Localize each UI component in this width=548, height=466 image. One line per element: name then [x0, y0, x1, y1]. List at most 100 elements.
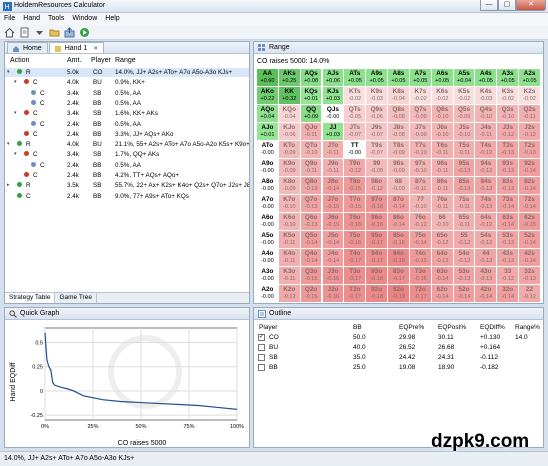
range-cell[interactable]: 73s -0.14	[497, 195, 520, 213]
range-cell[interactable]: 42s -0.14	[519, 249, 541, 267]
expand-icon[interactable]: ▾	[14, 79, 17, 85]
range-cell[interactable]: 77 -0.10	[409, 195, 432, 213]
range-cell[interactable]: K5o -0.11	[278, 231, 301, 249]
range-cell[interactable]: Q7o -0.13	[300, 195, 323, 213]
range-cell[interactable]: T7o -0.15	[344, 195, 367, 213]
range-cell[interactable]: J6o -0.15	[322, 213, 345, 231]
range-cell[interactable]: 44 -0.13	[475, 249, 498, 267]
expand-icon[interactable]: ▾	[7, 69, 10, 75]
range-cell[interactable]: 99 -0.09	[366, 159, 389, 177]
tree-row[interactable]: C 2.4k BB 9.0%, 77+ A9s+ ATo+ KQs	[5, 192, 249, 201]
range-cell[interactable]: AKo +0.22	[257, 87, 279, 105]
tree-row[interactable]: C 2.4k BB 0.5%, AA	[5, 161, 249, 170]
range-cell[interactable]: 54o -0.12	[453, 249, 476, 267]
range-cell[interactable]: K4s -0.03	[475, 87, 498, 105]
minimize-button[interactable]: —	[480, 0, 498, 11]
range-cell[interactable]: 88 -0.09	[388, 177, 410, 195]
range-cell[interactable]: 76s -0.11	[431, 195, 454, 213]
range-cell[interactable]: AA +0.60	[257, 69, 279, 87]
range-cell[interactable]: A6o -0.00	[257, 213, 279, 231]
range-cell[interactable]: Q6o -0.13	[300, 213, 323, 231]
tab-strategy-table[interactable]: Strategy Table	[5, 293, 56, 303]
range-cell[interactable]: K3o -0.11	[278, 267, 301, 285]
range-cell[interactable]: 22 -0.12	[519, 285, 541, 303]
range-cell[interactable]: A6s +0.05	[431, 69, 454, 87]
menu-help[interactable]: Help	[101, 13, 123, 25]
range-cell[interactable]: 98o -0.12	[366, 177, 389, 195]
range-cell[interactable]: T9s -0.07	[366, 141, 389, 159]
range-cell[interactable]: T7s -0.10	[409, 141, 432, 159]
range-cell[interactable]: K6s -0.02	[431, 87, 454, 105]
range-cell[interactable]: 82o -0.19	[388, 285, 410, 303]
outline-col-header[interactable]: Player	[259, 324, 277, 331]
range-cell[interactable]: A5s +0.04	[453, 69, 476, 87]
home-icon[interactable]	[4, 27, 15, 38]
range-cell[interactable]: K6o -0.10	[278, 213, 301, 231]
dropdown-icon[interactable]	[34, 27, 45, 38]
tree-row[interactable]: C 3.4k SB 0.5%, AA	[5, 89, 249, 98]
outline-row[interactable]: ✓ CO 50.0 29.98 30.11 +0.130 14.0	[257, 333, 540, 343]
range-cell[interactable]: T3o -0.17	[344, 267, 367, 285]
range-cell[interactable]: QTo -0.10	[300, 141, 323, 159]
range-cell[interactable]: AQo +0.04	[257, 105, 279, 123]
range-cell[interactable]: J2s -0.12	[519, 123, 541, 141]
range-cell[interactable]: T8s -0.09	[388, 141, 410, 159]
range-cell[interactable]: A3o -0.00	[257, 267, 279, 285]
range-cell[interactable]: 83s -0.13	[497, 177, 520, 195]
range-cell[interactable]: 53s -0.13	[497, 231, 520, 249]
tree-row[interactable]: ▾ C 3.4k SB 1.6%, KK+ AKs	[5, 109, 249, 118]
range-cell[interactable]: 55 -0.12	[453, 231, 476, 249]
range-cell[interactable]: A2o -0.00	[257, 285, 279, 303]
range-cell[interactable]: KTo -0.09	[278, 141, 301, 159]
tree-row[interactable]: ▾ R 4.0k BU 21.1%, 55+ A2s+ ATo+ A7o A5o-A2o…	[5, 140, 249, 149]
range-cell[interactable]: AKs +0.25	[278, 69, 301, 87]
range-cell[interactable]: 83o -0.17	[388, 267, 410, 285]
range-cell[interactable]: TT -0.00	[344, 141, 367, 159]
range-cell[interactable]: QQ +0.09	[300, 105, 323, 123]
range-cell[interactable]: 85o -0.16	[388, 231, 410, 249]
range-cell[interactable]: Q2o -0.15	[300, 285, 323, 303]
outline-col-header[interactable]: BB	[353, 324, 362, 331]
tree-row[interactable]: C 2.4k BB 4.2%, TT+ AQs+ AQo+	[5, 171, 249, 180]
range-cell[interactable]: 93s -0.13	[497, 159, 520, 177]
range-cell[interactable]: 74o -0.15	[409, 249, 432, 267]
tab-home[interactable]: Home	[7, 42, 48, 53]
range-cell[interactable]: 63o -0.14	[431, 267, 454, 285]
range-cell[interactable]: 87s -0.11	[409, 177, 432, 195]
range-cell[interactable]: J5s -0.10	[453, 123, 476, 141]
range-cell[interactable]: Q7s -0.09	[409, 105, 432, 123]
range-cell[interactable]: J3s -0.12	[497, 123, 520, 141]
range-cell[interactable]: ATo -0.00	[257, 141, 279, 159]
player-checkbox[interactable]	[258, 354, 265, 361]
range-cell[interactable]: T2s -0.13	[519, 141, 541, 159]
player-checkbox[interactable]: ✓	[258, 334, 265, 341]
range-cell[interactable]: J6s -0.10	[431, 123, 454, 141]
range-cell[interactable]: QJs -0.00	[322, 105, 345, 123]
range-cell[interactable]: 96o -0.16	[366, 213, 389, 231]
player-checkbox[interactable]	[258, 364, 265, 371]
range-cell[interactable]: 32s -0.13	[519, 267, 541, 285]
range-cell[interactable]: K5s -0.02	[453, 87, 476, 105]
range-cell[interactable]: JTs -0.07	[344, 123, 367, 141]
outline-col-header[interactable]: EQPre%	[399, 324, 424, 331]
range-cell[interactable]: Q6s -0.10	[431, 105, 454, 123]
range-cell[interactable]: J4s -0.11	[475, 123, 498, 141]
range-cell[interactable]: T3s -0.13	[497, 141, 520, 159]
range-cell[interactable]: T6o -0.16	[344, 213, 367, 231]
range-cell[interactable]: T8o -0.15	[344, 177, 367, 195]
range-cell[interactable]: 54s -0.12	[475, 231, 498, 249]
run-icon[interactable]	[79, 27, 90, 38]
close-tab-icon[interactable]: ✕	[93, 45, 98, 52]
range-cell[interactable]: ATs +0.05	[344, 69, 367, 87]
player-checkbox[interactable]	[258, 344, 265, 351]
range-cell[interactable]: 76o -0.12	[409, 213, 432, 231]
range-cell[interactable]: T5s -0.11	[453, 141, 476, 159]
range-cell[interactable]: KJo -0.06	[278, 123, 301, 141]
range-cell[interactable]: K7o -0.10	[278, 195, 301, 213]
menu-file[interactable]: File	[0, 13, 19, 25]
range-cell[interactable]: A7o -0.00	[257, 195, 279, 213]
range-cell[interactable]: 64o -0.13	[431, 249, 454, 267]
range-cell[interactable]: 52o -0.14	[453, 285, 476, 303]
range-cell[interactable]: Q9s -0.06	[366, 105, 389, 123]
range-cell[interactable]: K4o -0.11	[278, 249, 301, 267]
